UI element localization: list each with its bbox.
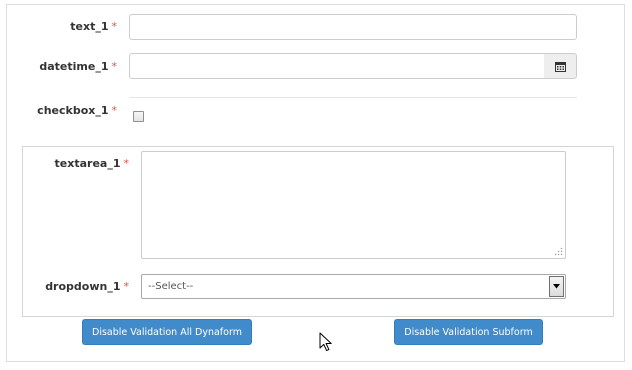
calendar-icon [554, 61, 566, 72]
required-marker: * [123, 157, 130, 170]
checkbox-1[interactable] [133, 111, 144, 122]
text-1-label: text_1 * [70, 20, 117, 33]
required-marker: * [111, 104, 118, 117]
dropdown-1-value: --Select-- [148, 281, 194, 292]
required-marker: * [111, 60, 118, 73]
datetime-picker-button[interactable] [544, 53, 577, 79]
textarea-1-input[interactable] [141, 151, 566, 259]
chevron-down-icon [553, 284, 560, 289]
disable-validation-all-button[interactable]: Disable Validation All Dynaform [82, 319, 252, 345]
required-marker: * [123, 280, 130, 293]
disable-validation-subform-button[interactable]: Disable Validation Subform [394, 319, 543, 345]
textarea-1-label: textarea_1 * [54, 157, 130, 170]
datetime-1-label: datetime_1 * [39, 60, 117, 73]
datetime-1-input[interactable] [129, 53, 545, 79]
text-1-input[interactable] [129, 14, 577, 40]
required-marker: * [111, 20, 118, 33]
mouse-cursor-icon [319, 332, 332, 352]
field-divider [129, 97, 577, 98]
dropdown-1-label: dropdown_1 * [45, 280, 129, 293]
dropdown-arrow[interactable] [549, 276, 564, 297]
resize-grip-icon[interactable] [554, 247, 563, 256]
dropdown-1-select[interactable]: --Select-- [141, 274, 566, 299]
checkbox-1-label: checkbox_1 * [37, 104, 117, 117]
